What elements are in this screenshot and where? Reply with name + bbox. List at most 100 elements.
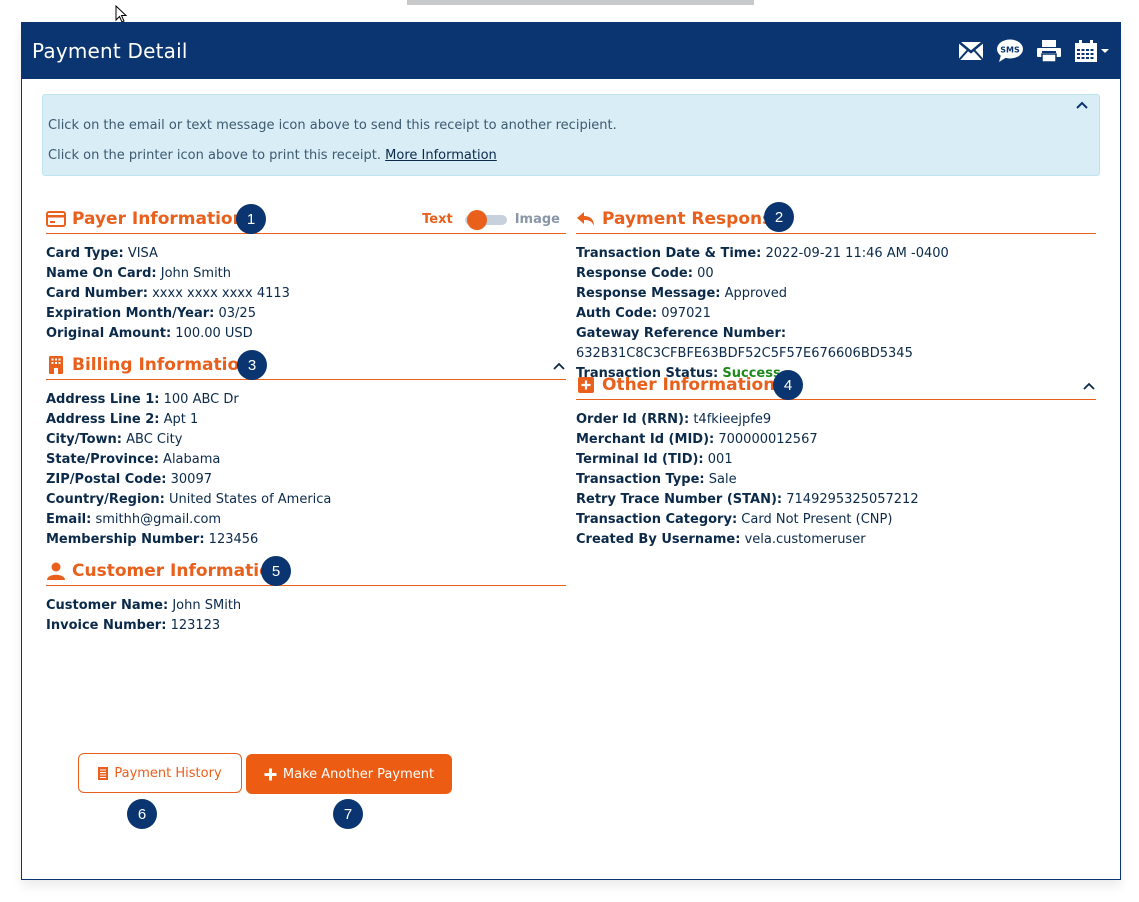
detail-value: Approved [724, 286, 787, 301]
section-title: Customer Information [72, 560, 283, 581]
detail-row: Country/Region: United States of America [46, 490, 566, 510]
callout-badge: 3 [237, 350, 267, 380]
detail-label: Original Amount: [46, 326, 172, 341]
calendar-dropdown-button[interactable] [1074, 39, 1110, 63]
chevron-up-icon [1076, 101, 1088, 109]
callout-badge: 5 [261, 556, 291, 586]
credit-card-icon [46, 209, 66, 229]
detail-row: Order Id (RRN): t4fkieejpfe9 [576, 410, 1096, 430]
detail-value: 700000012567 [718, 432, 818, 447]
svg-text:SMS: SMS [1000, 46, 1020, 55]
section-title: Other Information [602, 374, 776, 395]
detail-label: Merchant Id (MID): [576, 432, 715, 447]
user-icon [46, 561, 66, 581]
payment-detail-panel: Payment Detail SMS Click on the email or… [21, 22, 1121, 880]
detail-label: Address Line 1: [46, 392, 160, 407]
callout-badge: 1 [236, 204, 266, 234]
building-icon [46, 355, 66, 375]
other-collapse-button[interactable] [1082, 376, 1096, 395]
view-mode-switch[interactable] [461, 210, 507, 230]
response-details: Transaction Date & Time: 2022-09-21 11:4… [576, 244, 1096, 384]
detail-value: John SMith [172, 598, 242, 613]
detail-value: VISA [127, 246, 158, 261]
reply-icon [576, 209, 596, 229]
section-title: Billing Information [72, 354, 252, 375]
payment-history-button[interactable]: Payment History [78, 753, 242, 793]
print-receipt-button[interactable] [1036, 39, 1062, 63]
alert-collapse-button[interactable] [1075, 99, 1089, 114]
header-actions: SMS [958, 39, 1110, 63]
detail-value: 30097 [170, 472, 212, 487]
payment-history-label: Payment History [114, 765, 222, 781]
detail-label: Created By Username: [576, 532, 741, 547]
more-information-link[interactable]: More Information [385, 148, 497, 163]
detail-value: United States of America [168, 492, 332, 507]
detail-row: Name On Card: John Smith [46, 264, 566, 284]
detail-label: Retry Trace Number (STAN): [576, 492, 783, 507]
detail-row: Response Message: Approved [576, 284, 1096, 304]
detail-row: City/Town: ABC City [46, 430, 566, 450]
detail-value: smithh@gmail.com [95, 512, 222, 527]
detail-value: 00 [697, 266, 714, 281]
alert-print-text: Click on the printer icon above to print… [48, 148, 382, 163]
detail-row: Merchant Id (MID): 700000012567 [576, 430, 1096, 450]
detail-label: Transaction Date & Time: [576, 246, 762, 261]
detail-label: Transaction Type: [576, 472, 705, 487]
plus-square-icon [576, 375, 596, 395]
section-title: Payment Response [602, 208, 784, 229]
detail-row: Terminal Id (TID): 001 [576, 450, 1096, 470]
payer-details: Card Type: VISA Name On Card: John Smith… [46, 244, 566, 344]
detail-label: Card Type: [46, 246, 124, 261]
make-another-payment-label: Make Another Payment [282, 766, 435, 782]
receipt-icon [98, 766, 109, 780]
detail-row: Transaction Category: Card Not Present (… [576, 510, 1096, 530]
detail-row: Customer Name: John SMith [46, 596, 566, 616]
detail-row: Original Amount: 100.00 USD [46, 324, 566, 344]
billing-details: Address Line 1: 100 ABC Dr Address Line … [46, 390, 566, 550]
detail-value: John Smith [160, 266, 232, 281]
detail-row: Address Line 2: Apt 1 [46, 410, 566, 430]
make-another-payment-button[interactable]: Make Another Payment [246, 754, 452, 794]
email-receipt-button[interactable] [958, 41, 984, 61]
sms-receipt-button[interactable]: SMS [996, 39, 1024, 63]
detail-label: Membership Number: [46, 532, 205, 547]
detail-label: Response Code: [576, 266, 693, 281]
detail-row: Transaction Type: Sale [576, 470, 1096, 490]
callout-badge: 2 [764, 202, 794, 232]
detail-label: Address Line 2: [46, 412, 160, 427]
billing-collapse-button[interactable] [552, 356, 566, 375]
detail-label: Email: [46, 512, 92, 527]
other-information-header: Other Information 4 [576, 370, 1096, 400]
detail-value: 097021 [661, 306, 711, 321]
plus-icon [264, 768, 277, 780]
detail-row: Retry Trace Number (STAN): 7149295325057… [576, 490, 1096, 510]
detail-value: 2022-09-21 11:46 AM -0400 [765, 246, 949, 261]
detail-value: ABC City [126, 432, 183, 447]
payment-response-section: Payment Response 2 Transaction Date & Ti… [576, 202, 1096, 384]
receipt-info-alert: Click on the email or text message icon … [42, 94, 1100, 176]
detail-label: Country/Region: [46, 492, 165, 507]
section-title: Payer Information [72, 208, 245, 229]
alert-line-email: Click on the email or text message icon … [48, 118, 617, 133]
toggle-label-text: Text [422, 211, 453, 227]
detail-row: Membership Number: 123456 [46, 530, 566, 550]
customer-information-section: Customer Information 5 Customer Name: Jo… [46, 556, 566, 636]
detail-row: Card Number: xxxx xxxx xxxx 4113 [46, 284, 566, 304]
detail-row: Transaction Date & Time: 2022-09-21 11:4… [576, 244, 1096, 264]
detail-value: vela.customeruser [744, 532, 866, 547]
detail-row: Address Line 1: 100 ABC Dr [46, 390, 566, 410]
sms-icon: SMS [997, 39, 1023, 62]
horizontal-scrollbar[interactable] [407, 0, 754, 5]
detail-label: State/Province: [46, 452, 159, 467]
detail-value: Sale [708, 472, 737, 487]
detail-row: Response Code: 00 [576, 264, 1096, 284]
panel-header: Payment Detail SMS [22, 23, 1120, 79]
callout-badge: 4 [773, 370, 803, 400]
detail-value: 123456 [208, 532, 259, 547]
detail-label: Gateway Reference Number: [576, 326, 787, 341]
detail-label: Customer Name: [46, 598, 169, 613]
alert-line-print: Click on the printer icon above to print… [48, 148, 497, 163]
detail-label: Transaction Category: [576, 512, 738, 527]
detail-label: Order Id (RRN): [576, 412, 690, 427]
other-information-section: Other Information 4 Order Id (RRN): t4fk… [576, 370, 1096, 550]
